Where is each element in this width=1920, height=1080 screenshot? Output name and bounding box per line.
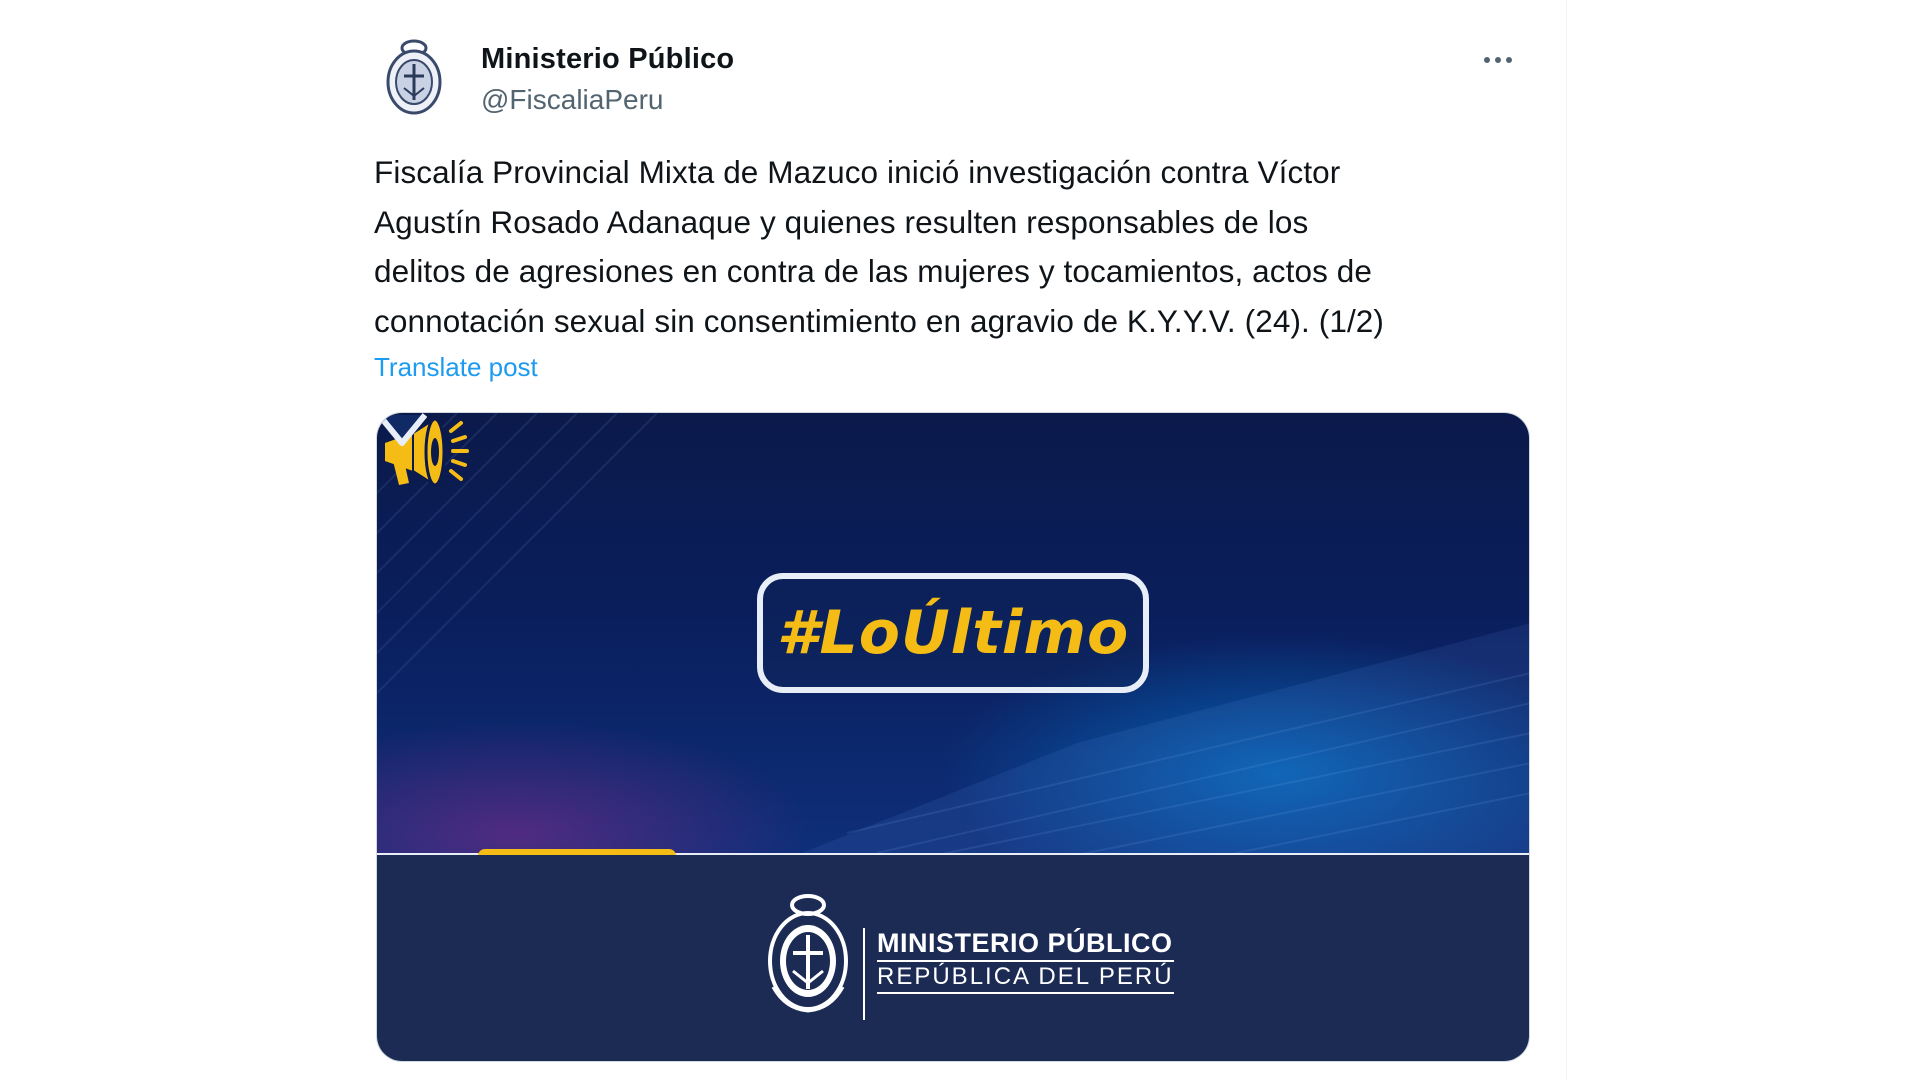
org-separator	[863, 928, 865, 1020]
author-handle[interactable]: @FiscaliaPeru	[481, 80, 734, 120]
timeline-border	[1566, 0, 1567, 1080]
tweet-text-line: Fiscalía Provincial Mixta de Mazuco inic…	[374, 154, 1341, 190]
author-display-name[interactable]: Ministerio Público	[481, 40, 734, 78]
ministerio-publico-seal-icon	[386, 39, 442, 115]
ministerio-publico-seal-icon	[768, 894, 848, 1013]
tweet-header: Ministerio Público @FiscaliaPeru	[374, 36, 1530, 120]
more-dot	[1506, 57, 1512, 63]
more-dot	[1495, 57, 1501, 63]
tweet-text: Fiscalía Provincial Mixta de Mazuco inic…	[374, 148, 1524, 346]
more-options-button[interactable]	[1474, 42, 1522, 78]
speech-bubble-tail	[377, 413, 427, 446]
hashtag-headline: #LoÚltimo	[776, 598, 1130, 668]
org-wordmark: MINISTERIO PÚBLICO REPÚBLICA DEL PERÚ	[877, 927, 1174, 994]
org-name-line1: MINISTERIO PÚBLICO	[877, 927, 1174, 962]
media-banner: #LoÚltimo	[377, 413, 1529, 855]
org-name-line2: REPÚBLICA DEL PERÚ	[877, 962, 1174, 994]
translate-post-link[interactable]: Translate post	[374, 352, 538, 383]
tweet-text-line: connotación sexual sin consentimiento en…	[374, 302, 1385, 339]
tweet-text-line: Agustín Rosado Adanaque y quienes result…	[374, 203, 1309, 240]
avatar[interactable]	[382, 36, 446, 116]
media-image[interactable]: #LoÚltimo MINISTERIO PÚBLICO REPÚBLICA D…	[376, 412, 1530, 1062]
author-names[interactable]: Ministerio Público @FiscaliaPeru	[481, 40, 734, 120]
tweet[interactable]: Ministerio Público @FiscaliaPeru Fiscalí…	[374, 0, 1530, 1080]
more-horizontal-icon	[1484, 57, 1490, 63]
tweet-text-line: delitos de agresiones en contra de las m…	[374, 253, 1373, 289]
